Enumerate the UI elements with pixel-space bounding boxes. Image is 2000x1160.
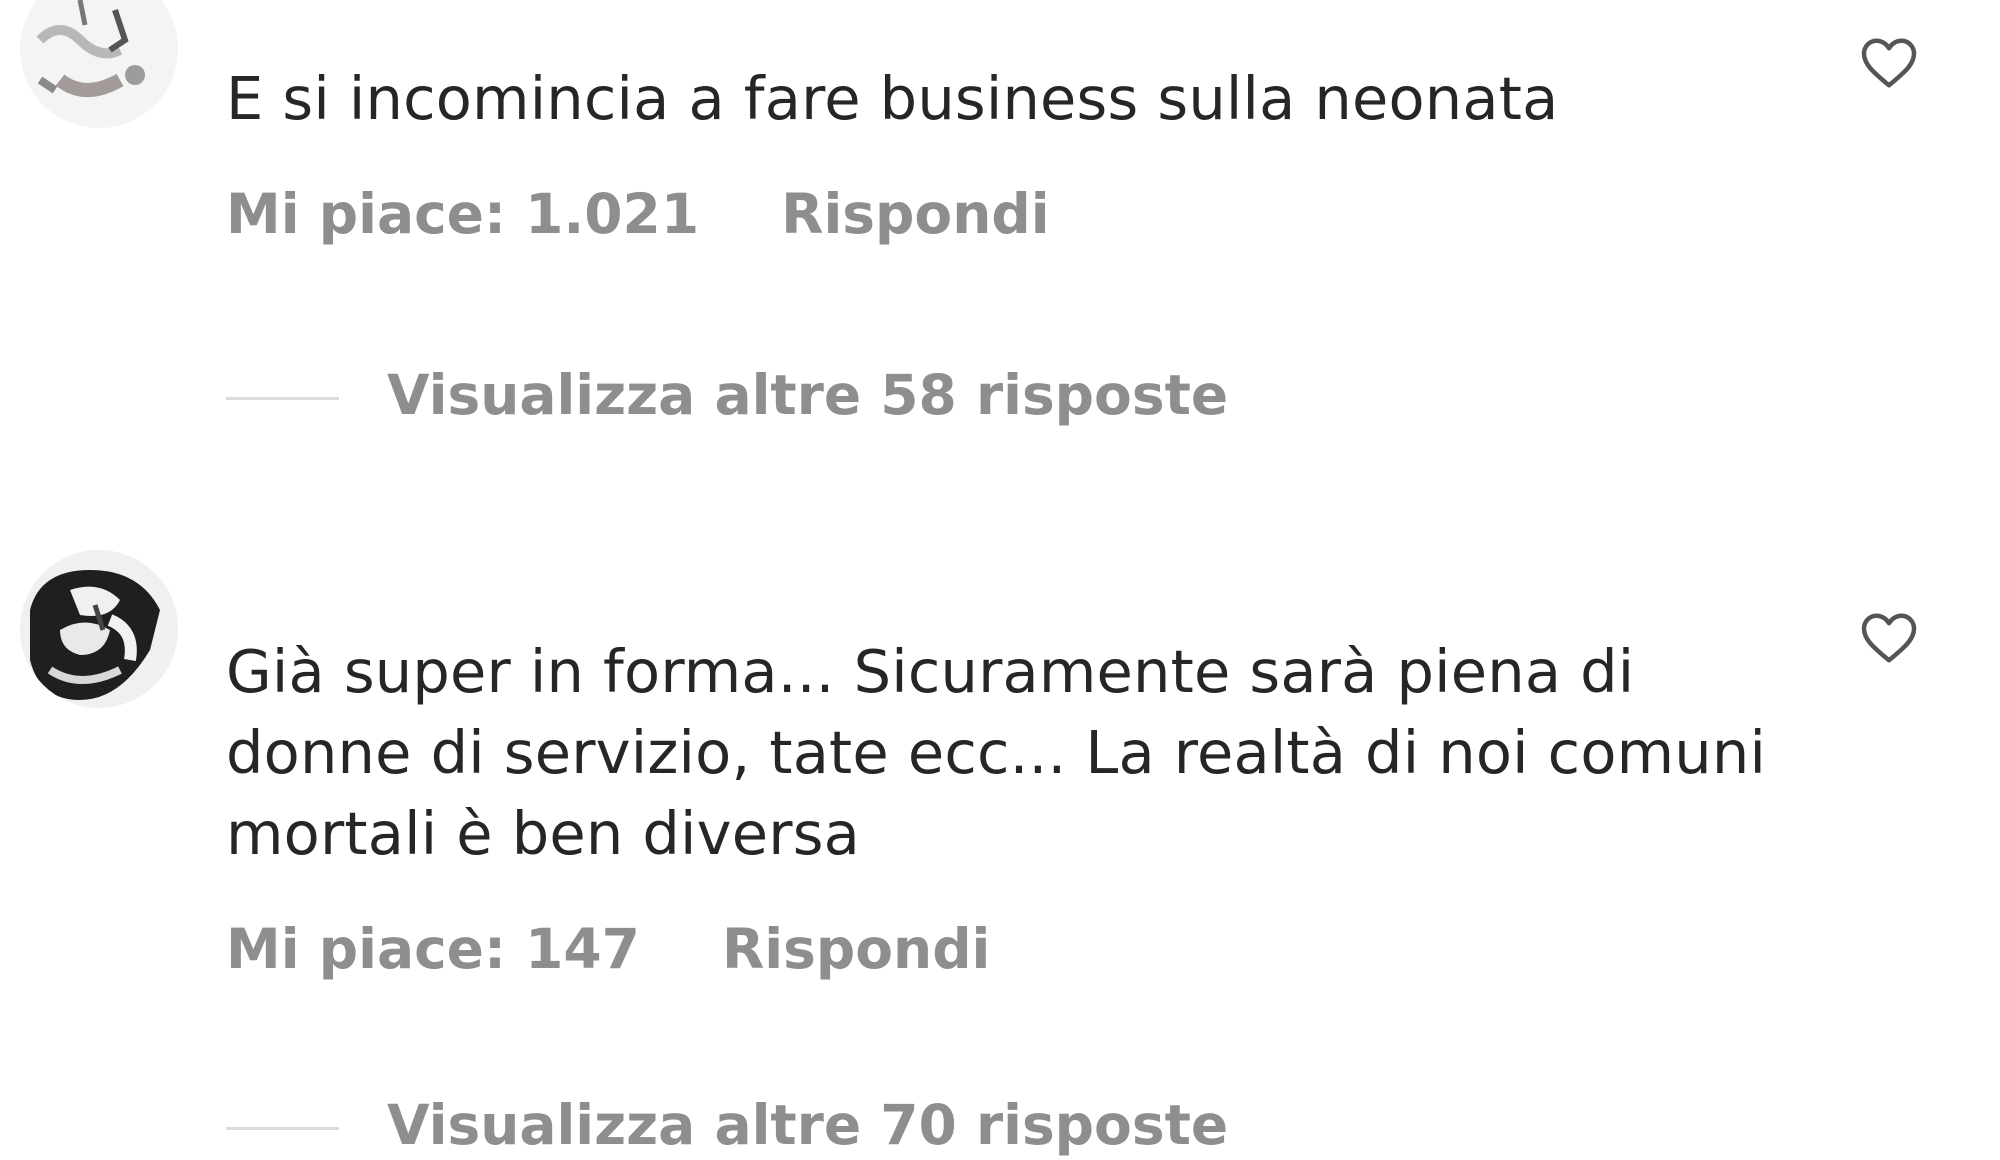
comment-meta: Mi piace: 1.021 Rispondi xyxy=(226,179,1050,249)
avatar[interactable] xyxy=(20,0,178,128)
heart-icon[interactable] xyxy=(1859,34,1919,90)
likes-count[interactable]: Mi piace: 147 xyxy=(226,917,640,981)
view-replies-button[interactable]: Visualizza altre 70 risposte xyxy=(226,1090,1228,1160)
view-replies-label: Visualizza altre 58 risposte xyxy=(387,363,1229,427)
reply-button[interactable]: Rispondi xyxy=(781,182,1049,246)
view-replies-label: Visualizza altre 70 risposte xyxy=(387,1093,1229,1157)
replies-divider xyxy=(226,397,339,401)
avatar-image xyxy=(20,0,178,128)
avatar-image xyxy=(20,550,178,708)
avatar[interactable] xyxy=(20,550,178,708)
comment-text: Già super in forma... Sicuramente sarà p… xyxy=(226,637,1767,868)
comment-meta: Mi piace: 147 Rispondi xyxy=(226,914,990,984)
reply-button[interactable]: Rispondi xyxy=(722,917,990,981)
heart-icon[interactable] xyxy=(1859,609,1919,665)
view-replies-button[interactable]: Visualizza altre 58 risposte xyxy=(226,360,1228,430)
comment-text: E si incomincia a fare business sulla ne… xyxy=(226,64,1559,133)
replies-divider xyxy=(226,1127,339,1131)
likes-count[interactable]: Mi piace: 1.021 xyxy=(226,182,699,246)
